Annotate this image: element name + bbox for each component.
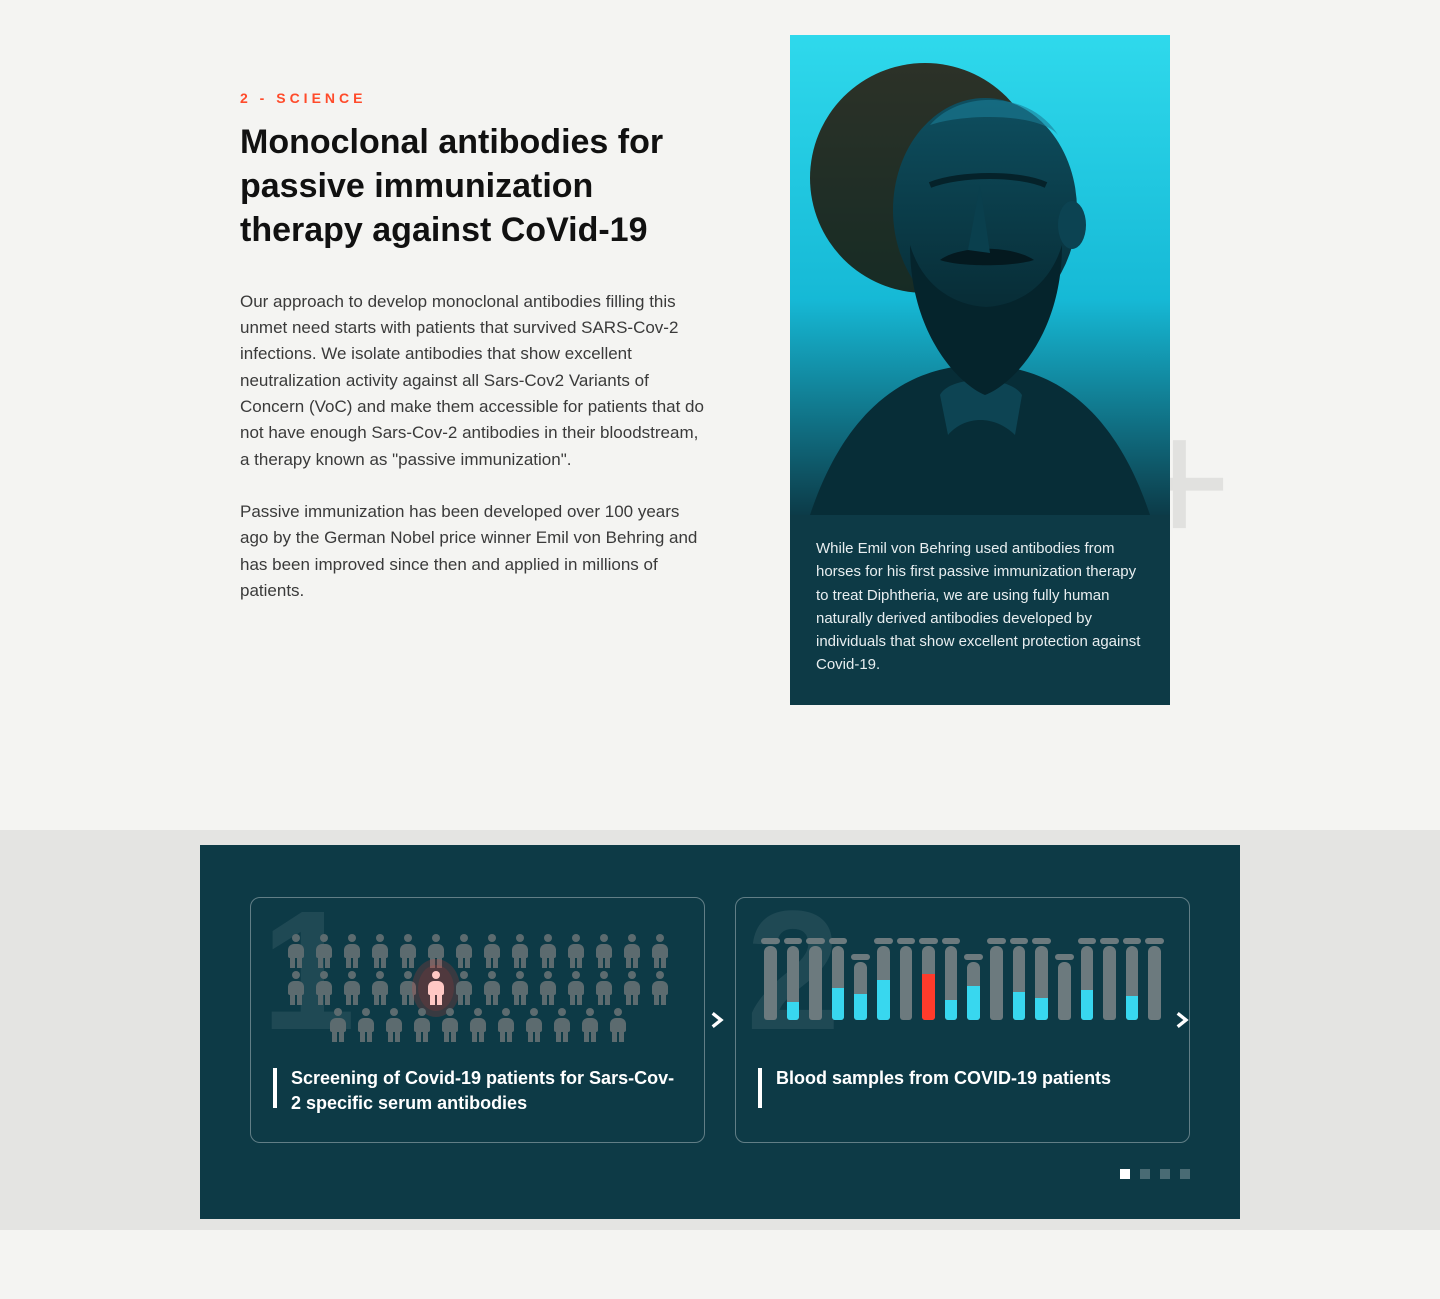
person-icon: [396, 971, 420, 1005]
caption-accent: [273, 1068, 277, 1108]
person-icon: [606, 1008, 630, 1042]
article-paragraph-1: Our approach to develop monoclonal antib…: [240, 289, 710, 473]
person-icon: [354, 1008, 378, 1042]
pagination-dot[interactable]: [1140, 1169, 1150, 1179]
person-icon: [508, 971, 532, 1005]
slide-1: 1 Screening of Covid-19 patients for Sar…: [250, 897, 705, 1143]
person-icon: [368, 934, 392, 968]
person-icon: [368, 971, 392, 1005]
person-icon: [424, 971, 448, 1005]
article-headline: Monoclonal antibodies for passive immuni…: [240, 120, 710, 253]
test-tube-icon: [990, 946, 1003, 1020]
slide-2-graphic: [758, 928, 1167, 1048]
chevron-right-icon: [706, 1006, 726, 1034]
person-icon: [648, 934, 672, 968]
article-section: 2 - SCIENCE Monoclonal antibodies for pa…: [0, 0, 1440, 705]
chevron-right-icon: [1171, 1006, 1191, 1034]
test-tube-icon: [1148, 946, 1161, 1020]
tubes-row-icon: [758, 928, 1167, 1020]
person-icon: [578, 1008, 602, 1042]
person-icon: [648, 971, 672, 1005]
test-tube-icon: [1035, 946, 1048, 1020]
test-tube-icon: [764, 946, 777, 1020]
test-tube-icon: [945, 946, 958, 1020]
person-icon: [284, 934, 308, 968]
person-icon: [592, 934, 616, 968]
process-slider: 1 Screening of Covid-19 patients for Sar…: [200, 845, 1240, 1219]
slide-2: 2 Blood samples from COVID-19 patients: [735, 897, 1190, 1143]
person-icon: [564, 934, 588, 968]
portrait-caption: While Emil von Behring used antibodies f…: [790, 515, 1170, 705]
test-tube-icon: [967, 962, 980, 1020]
slide-2-title: Blood samples from COVID-19 patients: [776, 1066, 1111, 1091]
person-icon: [284, 971, 308, 1005]
caption-accent: [758, 1068, 762, 1108]
slide-1-graphic: [273, 928, 682, 1048]
person-icon: [550, 1008, 574, 1042]
portrait-card: +: [790, 35, 1170, 705]
pagination-dot[interactable]: [1180, 1169, 1190, 1179]
person-icon: [480, 934, 504, 968]
person-icon: [522, 1008, 546, 1042]
person-icon: [340, 971, 364, 1005]
person-icon: [466, 1008, 490, 1042]
person-icon: [592, 971, 616, 1005]
person-icon: [312, 934, 336, 968]
person-icon: [564, 971, 588, 1005]
test-tube-icon: [1058, 962, 1071, 1020]
pagination-dot[interactable]: [1160, 1169, 1170, 1179]
people-grid-icon: [273, 928, 682, 1042]
test-tube-icon: [832, 946, 845, 1020]
slider-next-mid[interactable]: [701, 1005, 731, 1035]
section-eyebrow: 2 - SCIENCE: [240, 90, 710, 106]
test-tube-icon: [1013, 946, 1026, 1020]
person-icon: [312, 971, 336, 1005]
pagination-dot[interactable]: [1120, 1169, 1130, 1179]
person-icon: [508, 934, 532, 968]
person-icon: [410, 1008, 434, 1042]
slider-pagination: [250, 1169, 1190, 1179]
test-tube-icon: [1126, 946, 1139, 1020]
slides-row: 1 Screening of Covid-19 patients for Sar…: [250, 897, 1190, 1143]
article-paragraph-2: Passive immunization has been developed …: [240, 499, 710, 604]
person-icon: [620, 971, 644, 1005]
person-icon: [438, 1008, 462, 1042]
test-tube-icon: [809, 946, 822, 1020]
test-tube-icon: [1103, 946, 1116, 1020]
person-icon: [396, 934, 420, 968]
person-icon: [424, 934, 448, 968]
person-icon: [326, 1008, 350, 1042]
person-icon: [494, 1008, 518, 1042]
portrait-silhouette: [790, 35, 1170, 515]
test-tube-icon: [1081, 946, 1094, 1020]
portrait-image: [790, 35, 1170, 515]
person-icon: [452, 934, 476, 968]
slider-next[interactable]: [1166, 1005, 1196, 1035]
test-tube-icon: [787, 946, 800, 1020]
test-tube-icon: [854, 962, 867, 1020]
person-icon: [536, 934, 560, 968]
test-tube-icon: [900, 946, 913, 1020]
person-icon: [340, 934, 364, 968]
person-icon: [382, 1008, 406, 1042]
person-icon: [536, 971, 560, 1005]
slide-1-title: Screening of Covid-19 patients for Sars-…: [291, 1066, 682, 1116]
test-tube-icon: [877, 946, 890, 1020]
article-text-col: 2 - SCIENCE Monoclonal antibodies for pa…: [240, 90, 710, 630]
test-tube-icon: [922, 946, 935, 1020]
person-icon: [480, 971, 504, 1005]
person-icon: [620, 934, 644, 968]
person-icon: [452, 971, 476, 1005]
